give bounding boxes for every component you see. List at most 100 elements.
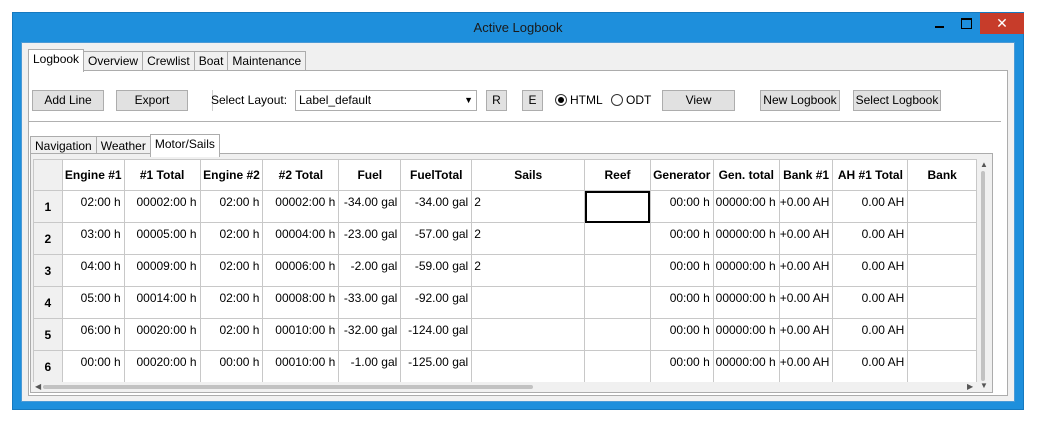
new-logbook-button[interactable]: New Logbook	[760, 90, 840, 111]
table-cell[interactable]: -33.00 gal	[338, 286, 402, 319]
table-row[interactable]: 6 00:00 h 00020:00 h 00:00 h 00010:00 h -1.00…	[33, 350, 977, 382]
table-cell[interactable]: 00014:00 h	[123, 286, 201, 319]
table-cell[interactable]: 02:00 h	[199, 286, 264, 319]
table-cell[interactable]: 00:00 h	[649, 286, 714, 319]
table-cell[interactable]: 02:00 h	[61, 190, 125, 223]
table-cell[interactable]: 00:00 h	[649, 254, 714, 287]
table-row[interactable]: 3 04:00 h 00009:00 h 02:00 h 00006:00 h -2.00…	[33, 254, 977, 287]
column-header[interactable]: Bank #1	[778, 159, 834, 191]
tab-boat[interactable]: Boat	[193, 51, 229, 71]
tab-maintenance[interactable]: Maintenance	[227, 51, 307, 71]
table-cell[interactable]: 00004:00 h	[262, 222, 340, 255]
table-row[interactable]: 4 05:00 h 00014:00 h 02:00 h 00008:00 h -33.0…	[33, 286, 977, 319]
table-cell[interactable]: -2.00 gal	[338, 254, 402, 287]
table-cell[interactable]	[471, 350, 586, 382]
table-cell[interactable]: 02:00 h	[199, 254, 264, 287]
r-button[interactable]: R	[486, 90, 507, 111]
table-row[interactable]: 2 03:00 h 00005:00 h 02:00 h 00004:00 h -23.0…	[33, 222, 977, 255]
corner-header[interactable]	[33, 159, 63, 191]
table-cell[interactable]: 00000:00 h	[712, 254, 780, 287]
table-cell[interactable]: -124.00 gal	[400, 318, 473, 351]
tab-logbook[interactable]: Logbook	[28, 49, 85, 72]
table-cell[interactable]	[584, 286, 651, 319]
table-cell[interactable]: 00:00 h	[649, 318, 714, 351]
table-cell[interactable]: 06:00 h	[61, 318, 125, 351]
row-header[interactable]: 5	[33, 318, 63, 351]
table-cell[interactable]	[584, 318, 651, 351]
table-cell[interactable]	[907, 254, 977, 287]
table-row[interactable]: 1 02:00 h 00002:00 h 02:00 h 00002:00 h -34.0…	[33, 190, 977, 223]
table-cell[interactable]: -59.00 gal	[400, 254, 473, 287]
view-button[interactable]: View	[662, 90, 735, 111]
table-cell[interactable]: -34.00 gal	[400, 190, 473, 223]
minimize-button[interactable]	[926, 13, 953, 34]
table-cell[interactable]: -125.00 gal	[400, 350, 473, 382]
tab-motor-sails[interactable]: Motor/Sails	[149, 134, 220, 157]
table-cell[interactable]: +0.00 AH	[778, 318, 834, 351]
table-cell[interactable]: 00000:00 h	[712, 318, 780, 351]
table-cell[interactable]: 02:00 h	[199, 222, 264, 255]
column-header[interactable]: AH #1 Total	[832, 159, 909, 191]
table-cell[interactable]	[471, 318, 586, 351]
table-cell[interactable]: 2	[471, 222, 586, 255]
table-cell[interactable]: -92.00 gal	[400, 286, 473, 319]
table-cell[interactable]: 00005:00 h	[123, 222, 201, 255]
table-cell[interactable]	[584, 350, 651, 382]
table-cell[interactable]: 00008:00 h	[262, 286, 340, 319]
column-header[interactable]: #1 Total	[123, 159, 201, 191]
html-radio[interactable]: HTML	[555, 93, 603, 107]
table-cell[interactable]: 05:00 h	[61, 286, 125, 319]
table-cell[interactable]: 00:00 h	[199, 350, 264, 382]
table-cell[interactable]: 2	[471, 254, 586, 287]
table-cell[interactable]: 2	[471, 190, 586, 223]
table-row[interactable]: 5 06:00 h 00020:00 h 02:00 h 00010:00 h -32.0…	[33, 318, 977, 351]
table-cell[interactable]: -1.00 gal	[338, 350, 402, 382]
column-header[interactable]: Engine #2	[199, 159, 264, 191]
table-cell[interactable]	[907, 350, 977, 382]
column-header[interactable]: Reef	[584, 159, 651, 191]
table-cell[interactable]: 04:00 h	[61, 254, 125, 287]
tab-crewlist[interactable]: Crewlist	[142, 51, 195, 71]
title-bar[interactable]: Active Logbook ✕	[13, 13, 1024, 42]
table-cell[interactable]: +0.00 AH	[778, 222, 834, 255]
odt-radio[interactable]: ODT	[611, 93, 651, 107]
table-cell[interactable]: 00020:00 h	[123, 350, 201, 382]
table-cell[interactable]: 0.00 AH	[832, 350, 909, 382]
table-cell[interactable]	[584, 254, 651, 287]
table-cell[interactable]: 00000:00 h	[712, 286, 780, 319]
column-header[interactable]: #2 Total	[262, 159, 340, 191]
table-cell[interactable]: -32.00 gal	[338, 318, 402, 351]
table-cell[interactable]: 0.00 AH	[832, 318, 909, 351]
table-cell[interactable]: 00000:00 h	[712, 190, 780, 223]
table-cell[interactable]: 02:00 h	[199, 190, 264, 223]
close-button[interactable]: ✕	[980, 13, 1024, 34]
table-cell[interactable]: 00000:00 h	[712, 222, 780, 255]
column-header[interactable]: Bank	[907, 159, 977, 191]
column-header[interactable]: Gen. total	[712, 159, 780, 191]
table-cell[interactable]: 00002:00 h	[123, 190, 201, 223]
scroll-left-icon[interactable]: ◀	[35, 382, 41, 391]
table-cell[interactable]: 00010:00 h	[262, 350, 340, 382]
export-button[interactable]: Export	[116, 90, 188, 111]
add-line-button[interactable]: Add Line	[32, 90, 104, 111]
table-cell[interactable]: 0.00 AH	[832, 222, 909, 255]
scroll-down-icon[interactable]: ▼	[980, 381, 988, 390]
table-cell[interactable]: -34.00 gal	[338, 190, 402, 223]
table-cell[interactable]: 02:00 h	[199, 318, 264, 351]
table-cell[interactable]	[471, 286, 586, 319]
row-header[interactable]: 3	[33, 254, 63, 287]
table-cell[interactable]	[584, 222, 651, 255]
table-cell[interactable]: 00002:00 h	[262, 190, 340, 223]
e-button[interactable]: E	[522, 90, 543, 111]
column-header[interactable]: FuelTotal	[400, 159, 473, 191]
horizontal-scrollbar[interactable]: ◀ ▶	[33, 382, 977, 392]
table-cell[interactable]: 00:00 h	[649, 222, 714, 255]
scroll-right-icon[interactable]: ▶	[967, 382, 973, 391]
table-cell[interactable]: 0.00 AH	[832, 286, 909, 319]
column-header[interactable]: Sails	[471, 159, 586, 191]
table-cell[interactable]: +0.00 AH	[778, 350, 834, 382]
table-cell[interactable]: 0.00 AH	[832, 254, 909, 287]
table-cell[interactable]	[907, 318, 977, 351]
table-cell[interactable]: 0.00 AH	[832, 190, 909, 223]
table-cell[interactable]	[907, 190, 977, 223]
